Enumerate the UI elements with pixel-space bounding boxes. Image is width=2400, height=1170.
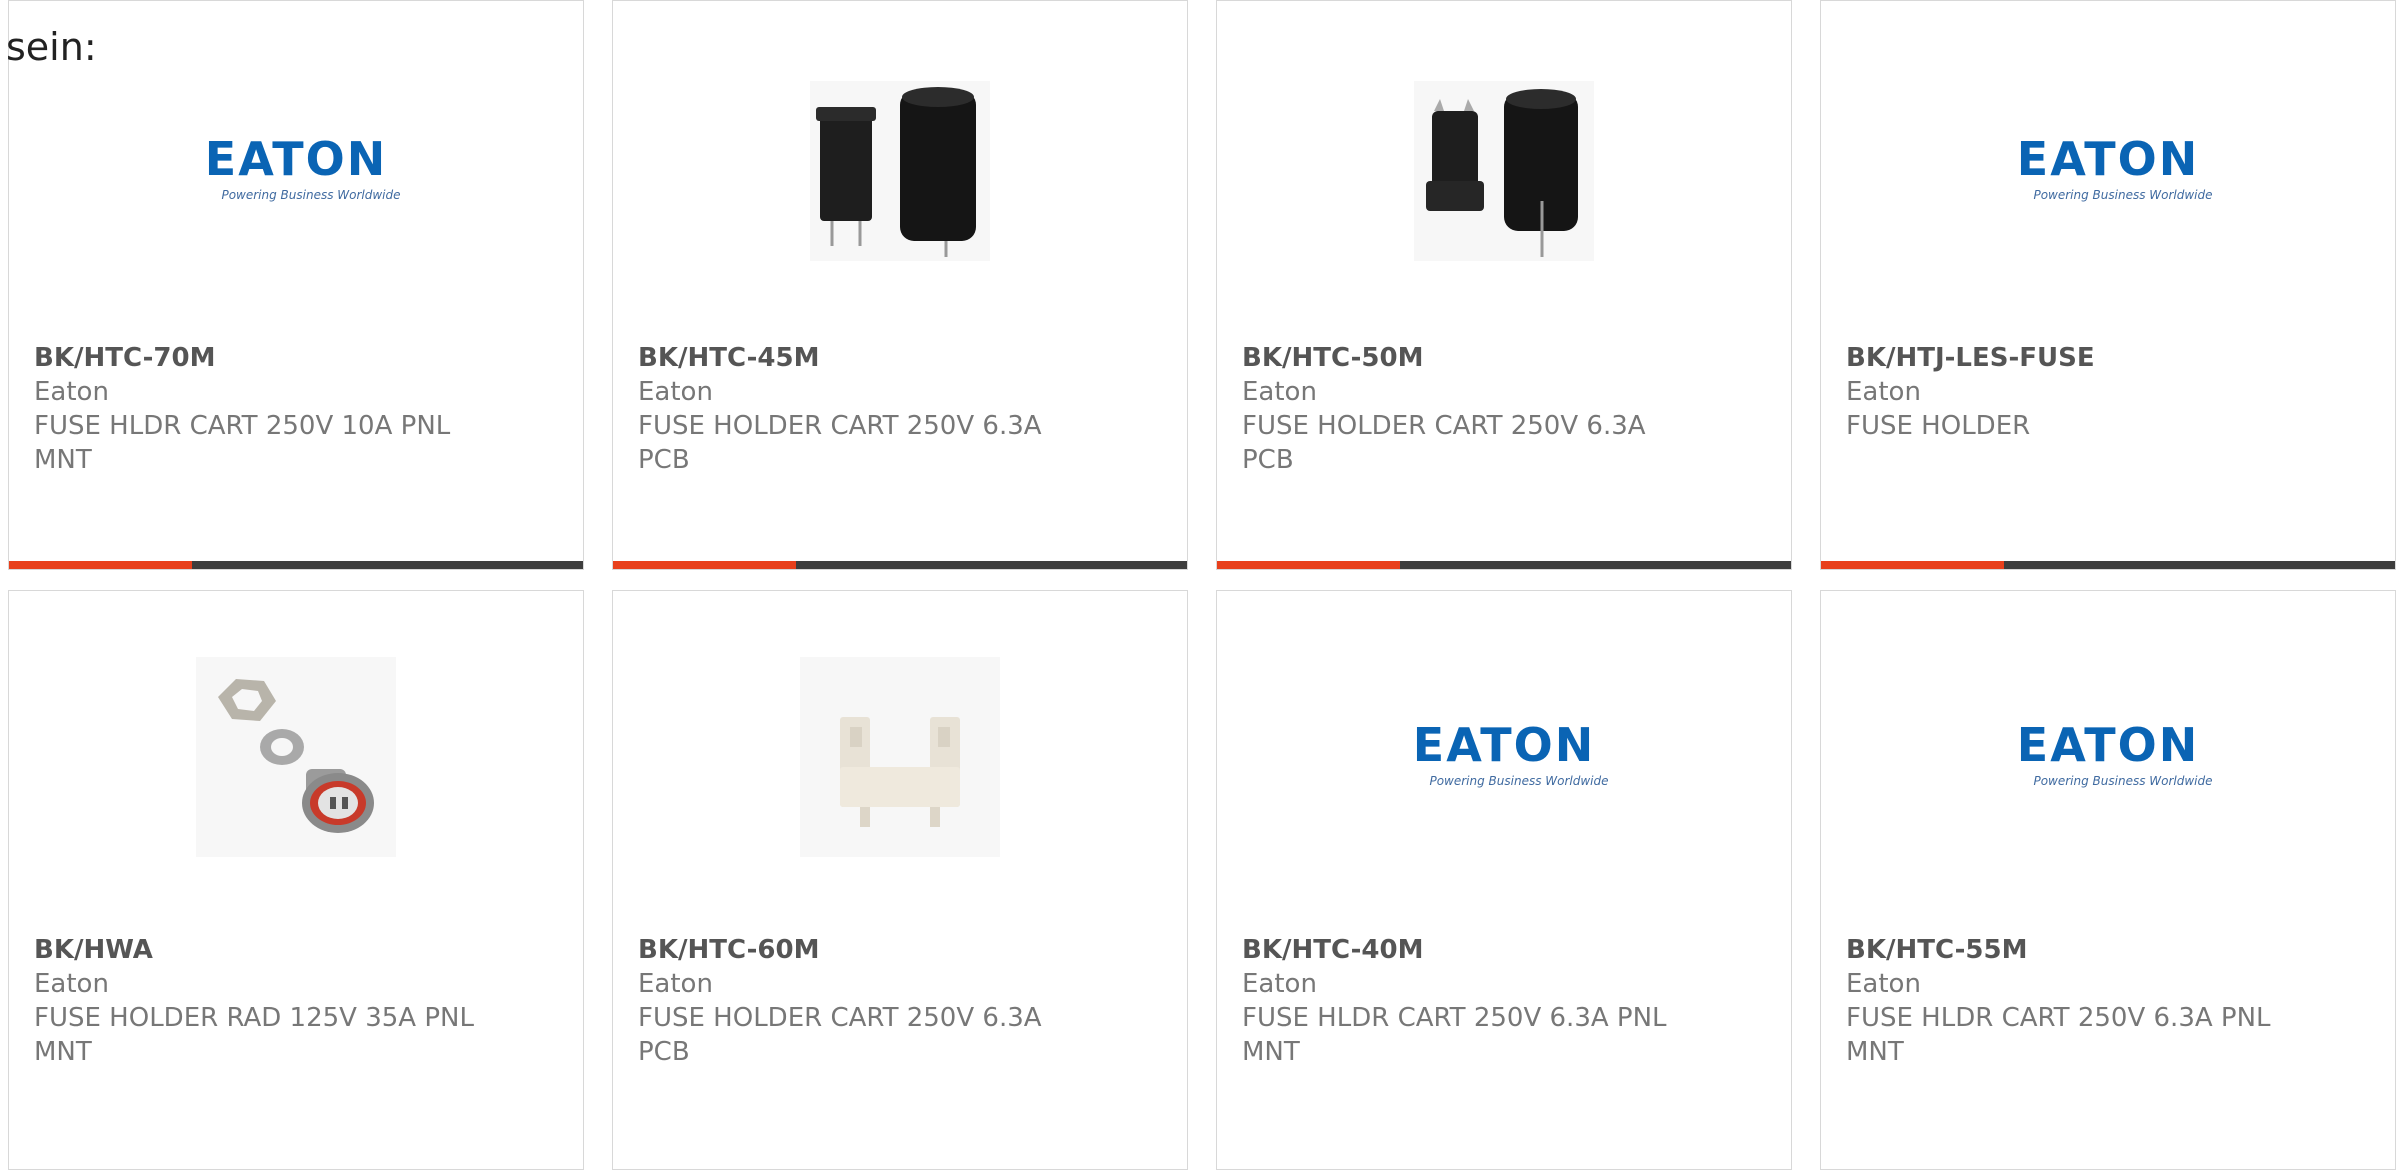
product-card[interactable]: EATON Powering Business Worldwide BK/HTJ… (1820, 0, 2396, 570)
product-description: FUSE HOLDER CART 250V 6.3A PCB (638, 1003, 1042, 1067)
product-description: FUSE HOLDER (1846, 411, 2031, 441)
manufacturer: Eaton (1242, 969, 1317, 999)
product-grid: EATON Powering Business Worldwide BK/HTC… (0, 0, 2400, 1170)
product-card[interactable]: BK/HTC-50M Eaton FUSE HOLDER CART 250V 6… (1216, 0, 1792, 570)
product-description: FUSE HLDR CART 250V 6.3A PNL MNT (1846, 1003, 2271, 1067)
part-number[interactable]: BK/HTC-45M (638, 341, 1167, 375)
product-card[interactable]: EATON Powering Business Worldwide BK/HTC… (1820, 590, 2396, 1170)
product-image: EATON Powering Business Worldwide (9, 61, 583, 281)
product-image (1217, 61, 1791, 281)
eaton-logo: EATON Powering Business Worldwide (2016, 132, 2213, 202)
product-description: FUSE HOLDER CART 250V 6.3A PCB (1242, 411, 1646, 475)
product-card[interactable]: BK/HTC-45M Eaton FUSE HOLDER CART 250V 6… (612, 0, 1188, 570)
pcb-fuse-clip-photo (800, 657, 1000, 857)
part-number[interactable]: BK/HTJ-LES-FUSE (1846, 341, 2375, 375)
card-accent (9, 561, 192, 569)
part-number[interactable]: BK/HTC-55M (1846, 933, 2375, 967)
product-image (9, 647, 583, 867)
manufacturer: Eaton (34, 377, 109, 407)
card-accent (1821, 561, 2004, 569)
eaton-logo: EATON Powering Business Worldwide (2016, 718, 2213, 788)
eaton-logo: EATON Powering Business Worldwide (204, 132, 401, 202)
part-number[interactable]: BK/HTC-60M (638, 933, 1167, 967)
card-footer-bar (1821, 561, 2395, 569)
product-image: EATON Powering Business Worldwide (1821, 61, 2395, 281)
part-number[interactable]: BK/HTC-70M (34, 341, 563, 375)
part-number[interactable]: BK/HTC-50M (1242, 341, 1771, 375)
manufacturer: Eaton (1846, 969, 1921, 999)
product-description: FUSE HLDR CART 250V 6.3A PNL MNT (1242, 1003, 1667, 1067)
product-card[interactable]: EATON Powering Business Worldwide BK/HTC… (1216, 590, 1792, 1170)
eaton-logo: EATON Powering Business Worldwide (1412, 718, 1609, 788)
manufacturer: Eaton (34, 969, 109, 999)
intro-text: sein: (6, 25, 97, 69)
manufacturer: Eaton (638, 969, 713, 999)
product-description: FUSE HLDR CART 250V 10A PNL MNT (34, 411, 451, 475)
part-number[interactable]: BK/HWA (34, 933, 563, 967)
manufacturer: Eaton (638, 377, 713, 407)
product-card[interactable]: BK/HTC-60M Eaton FUSE HOLDER CART 250V 6… (612, 590, 1188, 1170)
product-image (613, 61, 1187, 281)
fuse-holder-cartridge-photo (1414, 81, 1594, 261)
product-image: EATON Powering Business Worldwide (1217, 647, 1791, 867)
product-card[interactable]: EATON Powering Business Worldwide BK/HTC… (8, 0, 584, 570)
product-description: FUSE HOLDER RAD 125V 35A PNL MNT (34, 1003, 474, 1067)
card-accent (1217, 561, 1400, 569)
card-footer-bar (1217, 561, 1791, 569)
fuse-holder-cartridge-photo (810, 81, 990, 261)
card-accent (613, 561, 796, 569)
card-footer-bar (9, 561, 583, 569)
product-image (613, 647, 1187, 867)
product-card[interactable]: BK/HWA Eaton FUSE HOLDER RAD 125V 35A PN… (8, 590, 584, 1170)
manufacturer: Eaton (1846, 377, 1921, 407)
product-image: EATON Powering Business Worldwide (1821, 647, 2395, 867)
product-description: FUSE HOLDER CART 250V 6.3A PCB (638, 411, 1042, 475)
part-number[interactable]: BK/HTC-40M (1242, 933, 1771, 967)
panel-fuse-holder-photo (196, 657, 396, 857)
manufacturer: Eaton (1242, 377, 1317, 407)
card-footer-bar (613, 561, 1187, 569)
